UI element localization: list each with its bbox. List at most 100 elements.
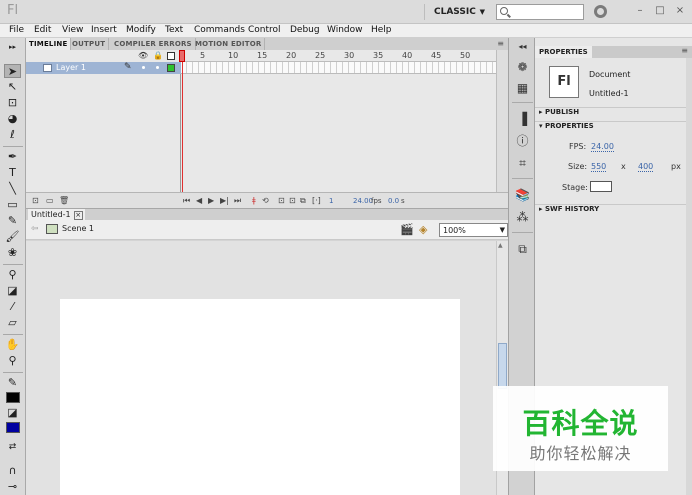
panel-menu-icon[interactable]: ≡ — [681, 46, 688, 55]
menu-commands[interactable]: Commands — [194, 25, 245, 35]
maximize-button[interactable]: □ — [654, 5, 666, 17]
scroll-thumb[interactable] — [498, 343, 507, 389]
menu-file[interactable]: File — [9, 25, 24, 35]
loop-icon[interactable]: ⟲ — [262, 196, 269, 205]
tab-compiler-errors[interactable]: COMPILER ERRORS — [111, 38, 196, 50]
properties-section-header[interactable]: ▾ PROPERTIES — [535, 121, 692, 132]
play-icon[interactable]: ▶ — [208, 196, 214, 205]
playhead-handle[interactable] — [179, 50, 185, 62]
lasso-tool-icon[interactable]: ℓ — [4, 128, 21, 142]
swap-colors-icon[interactable]: ⇄ — [4, 440, 21, 454]
new-folder-icon[interactable]: ▭ — [46, 196, 54, 205]
menu-text[interactable]: Text — [165, 25, 183, 35]
tab-properties[interactable]: PROPERTIES — [535, 46, 592, 58]
swf-history-section-header[interactable]: ▸ SWF HISTORY — [535, 204, 692, 215]
menu-modify[interactable]: Modify — [126, 25, 156, 35]
back-arrow-icon[interactable]: ⇦ — [31, 224, 39, 234]
width-value[interactable]: 550 — [591, 162, 607, 172]
edit-scene-icon[interactable]: 🎬 — [400, 223, 414, 236]
fps-value[interactable]: 24.00 — [591, 142, 614, 152]
rectangle-tool-icon[interactable]: ▭ — [4, 198, 21, 212]
modify-onion-markers-icon[interactable]: [·] — [312, 196, 321, 205]
scene-label[interactable]: Scene 1 — [62, 224, 94, 233]
properties-scrollbar[interactable] — [686, 58, 692, 495]
panel-menu-icon[interactable]: ≡ — [497, 39, 504, 48]
swatches-panel-icon[interactable]: ▦ — [515, 81, 530, 95]
publish-section-header[interactable]: ▸ PUBLISH — [535, 107, 692, 118]
onion-skin-icon[interactable]: ⊡ — [278, 196, 285, 205]
delete-layer-icon[interactable]: 🗑 — [59, 196, 69, 205]
library-panel-icon[interactable]: 📚 — [515, 188, 530, 202]
panel-collapse-icon[interactable]: ▸▸ — [4, 40, 21, 54]
fill-color-swatch[interactable] — [6, 422, 20, 433]
outline-all-icon[interactable] — [167, 52, 175, 60]
hand-tool-icon[interactable]: ✋ — [4, 338, 21, 352]
cs-live-icon[interactable] — [594, 5, 607, 18]
stroke-color-swatch[interactable] — [6, 392, 20, 403]
scroll-up-icon[interactable]: ▲ — [498, 242, 503, 249]
menu-window[interactable]: Window — [327, 25, 363, 35]
pen-tool-icon[interactable]: ✒ — [4, 150, 21, 164]
edit-symbols-icon[interactable]: ◈ — [419, 223, 427, 236]
menu-help[interactable]: Help — [371, 25, 392, 35]
workspace-switcher[interactable]: CLASSIC ▼ — [424, 4, 488, 20]
deco-tool-icon[interactable]: ❀ — [4, 246, 21, 260]
align-panel-icon[interactable]: ▐ — [515, 112, 530, 126]
menu-debug[interactable]: Debug — [290, 25, 320, 35]
components-panel-icon[interactable]: ⁂ — [515, 210, 530, 224]
text-tool-icon[interactable]: T — [4, 166, 21, 180]
close-button[interactable]: × — [674, 5, 686, 17]
close-icon[interactable]: × — [73, 211, 83, 220]
tab-timeline[interactable]: TIMELINE — [26, 38, 72, 50]
stage-canvas[interactable] — [60, 299, 460, 495]
free-transform-tool-icon[interactable]: ⊡ — [4, 96, 21, 110]
color-panel-icon[interactable]: ❁ — [515, 60, 530, 74]
layer-row[interactable]: Layer 1 ✎ — [26, 62, 181, 74]
3d-rotation-tool-icon[interactable]: ◕ — [4, 112, 21, 126]
menu-insert[interactable]: Insert — [91, 25, 117, 35]
frame-cells[interactable] — [181, 62, 496, 74]
pencil-tool-icon[interactable]: ✎ — [4, 214, 21, 228]
minimize-button[interactable]: – — [634, 5, 646, 17]
lock-all-icon[interactable]: 🔒 — [153, 51, 163, 60]
stage-color-swatch[interactable] — [590, 181, 612, 192]
center-frame-icon[interactable]: ǂ — [252, 196, 256, 205]
tab-motion-editor[interactable]: MOTION EDITOR — [192, 38, 266, 50]
brush-tool-icon[interactable]: 🖌 — [4, 230, 21, 244]
bone-tool-icon[interactable]: ⚲ — [4, 268, 21, 282]
layer-name[interactable]: Layer 1 — [56, 63, 86, 72]
timeline-scrollbar[interactable] — [496, 50, 508, 192]
zoom-tool-icon[interactable]: ⚲ — [4, 354, 21, 368]
help-search-input[interactable] — [496, 4, 584, 20]
menu-control[interactable]: Control — [248, 25, 281, 35]
layer-outline-color[interactable] — [167, 64, 175, 72]
line-tool-icon[interactable]: ╲ — [4, 182, 21, 196]
new-layer-icon[interactable]: ⊡ — [32, 196, 39, 205]
onion-skin-outlines-icon[interactable]: ⊡ — [289, 196, 296, 205]
info-panel-icon[interactable]: ⓘ — [515, 134, 530, 148]
snap-to-objects-icon[interactable]: ∩ — [4, 464, 21, 478]
transform-panel-icon[interactable]: ⌗ — [515, 156, 530, 170]
frame-ruler[interactable]: 5 10 15 20 25 30 35 40 45 50 — [181, 50, 496, 62]
step-forward-icon[interactable]: ▶| — [220, 196, 229, 205]
step-back-icon[interactable]: ◀ — [196, 196, 202, 205]
current-frame-value[interactable]: 1 — [329, 197, 333, 205]
show-hide-all-icon[interactable]: 👁 — [138, 51, 148, 60]
paint-bucket-tool-icon[interactable]: ◪ — [4, 284, 21, 298]
go-to-first-frame-icon[interactable]: ⏮ — [183, 196, 190, 206]
eraser-tool-icon[interactable]: ▱ — [4, 316, 21, 330]
eyedropper-tool-icon[interactable]: ⁄ — [4, 300, 21, 314]
smooth-option-icon[interactable]: ⊸ — [4, 480, 21, 494]
motion-presets-icon[interactable]: ⧉ — [515, 242, 530, 256]
height-value[interactable]: 400 — [638, 162, 654, 172]
menu-view[interactable]: View — [62, 25, 83, 35]
selection-tool-icon[interactable]: ➤ — [4, 64, 21, 78]
tab-output[interactable]: OUTPUT — [69, 38, 110, 50]
go-to-last-frame-icon[interactable]: ⏭ — [234, 196, 241, 206]
zoom-select[interactable]: 100% ▼ — [439, 223, 508, 237]
layer-visibility-dot[interactable] — [142, 66, 145, 69]
edit-multiple-frames-icon[interactable]: ⧉ — [300, 196, 306, 206]
menu-edit[interactable]: Edit — [34, 25, 51, 35]
subselection-tool-icon[interactable]: ↖ — [4, 80, 21, 94]
layer-lock-dot[interactable] — [156, 66, 159, 69]
